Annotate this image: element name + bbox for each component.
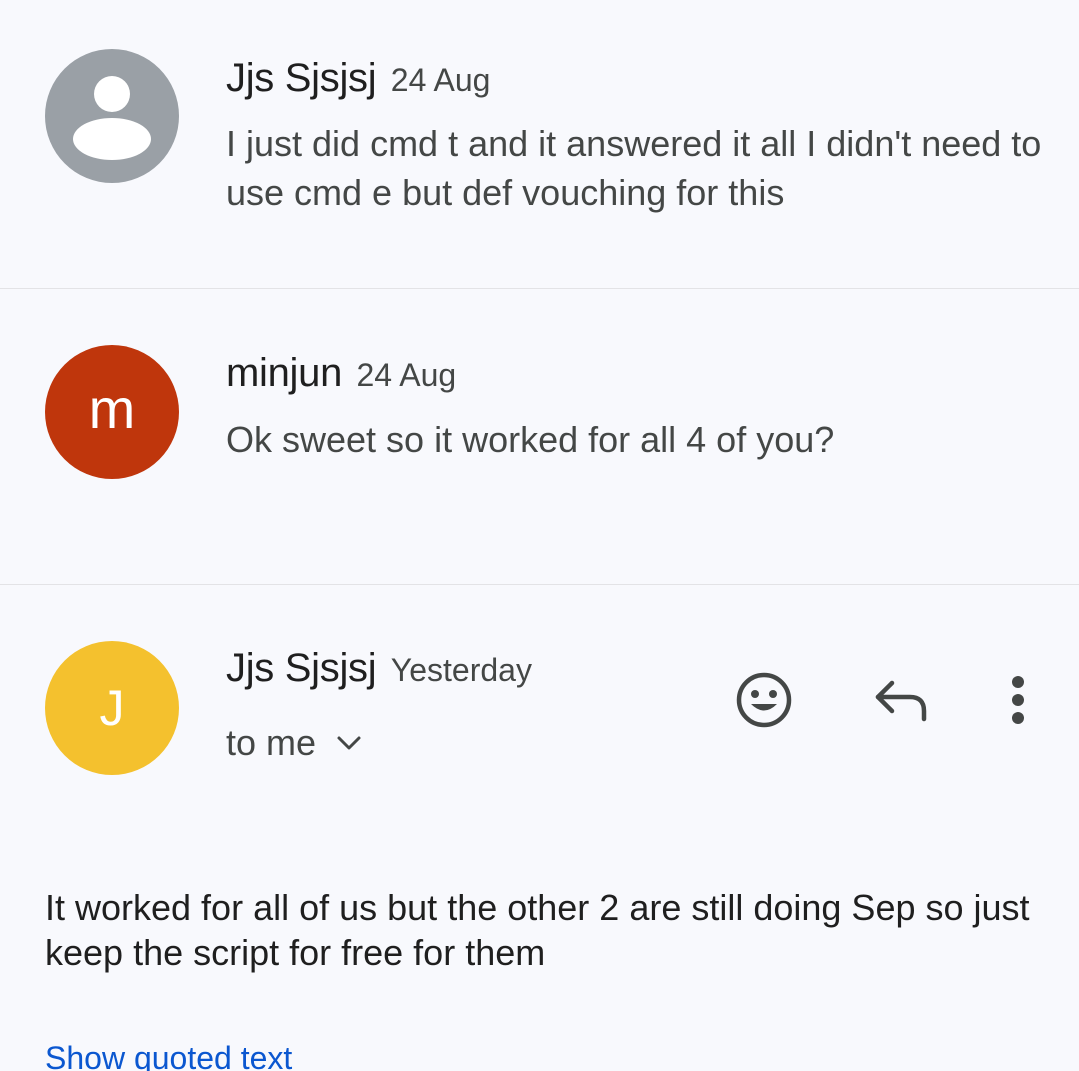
sender-line: minjun 24 Aug (226, 351, 456, 396)
collapsed-message-2[interactable]: m minjun 24 Aug Ok sweet so it worked fo… (0, 289, 1079, 584)
recipient-details-toggle[interactable]: to me (226, 722, 362, 764)
sender-line: Jjs Sjsjsj Yesterday (226, 646, 532, 691)
sender-name: Jjs Sjsjsj (226, 646, 377, 690)
emoji-reaction-icon (736, 672, 792, 728)
person-icon (73, 76, 151, 160)
message-date: 24 Aug (390, 62, 491, 98)
more-vert-icon (1012, 676, 1024, 724)
message-body: It worked for all of us but the other 2 … (45, 887, 1030, 973)
avatar-letter: m (88, 377, 136, 440)
show-quoted-text-link[interactable]: Show quoted text (45, 1040, 292, 1071)
sender-name: minjun (226, 351, 343, 395)
sender-name: Jjs Sjsjsj (226, 56, 377, 100)
divider (0, 584, 1079, 585)
reply-button[interactable] (868, 670, 932, 730)
message-date: 24 Aug (356, 357, 457, 393)
emoji-reaction-button[interactable] (732, 668, 796, 732)
more-options-button[interactable] (998, 668, 1038, 732)
avatar: m (45, 345, 179, 479)
collapsed-message-1[interactable]: Jjs Sjsjsj 24 Aug I just did cmd t and i… (0, 0, 1079, 288)
message-date: Yesterday (390, 652, 532, 688)
email-thread: Jjs Sjsjsj 24 Aug I just did cmd t and i… (0, 0, 1079, 1071)
avatar-letter: J (99, 680, 125, 736)
avatar (45, 49, 179, 183)
message-snippet: I just did cmd t and it answered it all … (226, 123, 1042, 213)
recipient-label: to me (226, 722, 317, 763)
reply-icon (875, 680, 927, 722)
avatar[interactable]: J (45, 641, 179, 775)
sender-line: Jjs Sjsjsj 24 Aug (226, 56, 490, 101)
message-snippet: Ok sweet so it worked for all 4 of you? (226, 419, 835, 460)
chevron-down-icon (336, 735, 362, 751)
